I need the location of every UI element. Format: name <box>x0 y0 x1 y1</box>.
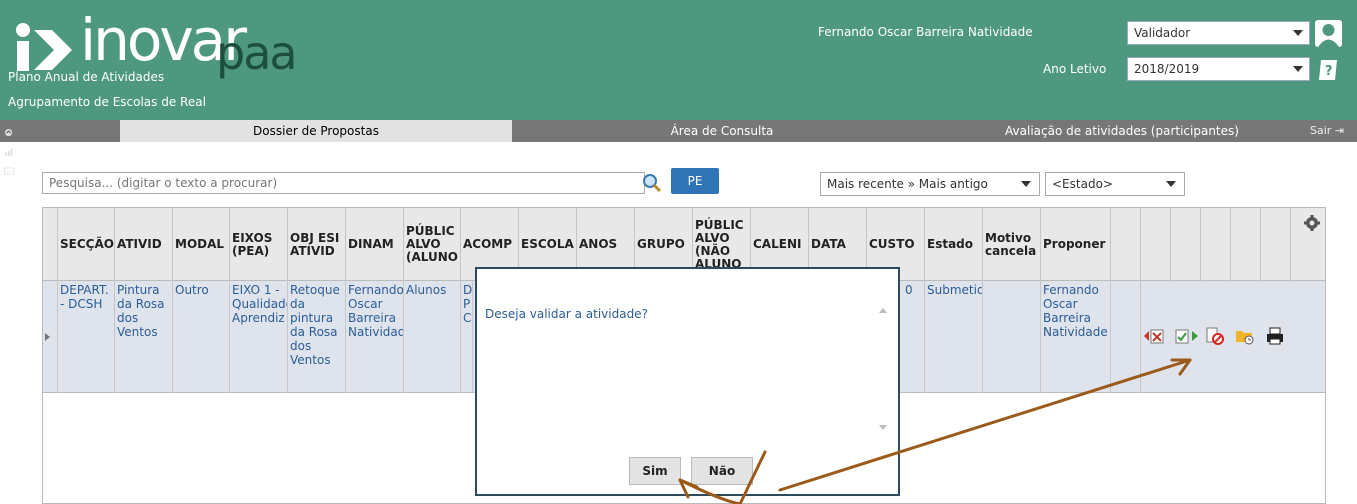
stats-icon[interactable] <box>4 148 14 156</box>
cell-empty <box>1111 281 1141 393</box>
logout-icon: ⇥ <box>1334 124 1345 137</box>
confirm-yes-button[interactable]: Sim <box>629 457 681 485</box>
column-header[interactable]: Proponer <box>1041 208 1111 281</box>
tab-avaliacao[interactable]: Avaliação de atividades (participantes) <box>932 120 1312 142</box>
logo-mark-icon <box>16 23 72 71</box>
column-header[interactable]: EIXOS (PEA) <box>230 208 288 281</box>
cell-custo: 0 <box>903 281 925 393</box>
cell-dinamizador: Fernando Oscar Barreira Natividade <box>346 281 404 393</box>
app-subtitle: Plano Anual de Atividades <box>8 70 165 84</box>
svg-text:?: ? <box>1325 64 1333 79</box>
app-header: inovar paa Plano Anual de Atividades Agr… <box>0 0 1357 120</box>
cell-publico-alvo: Alunos <box>404 281 461 393</box>
pe-button[interactable]: PE <box>671 168 719 194</box>
column-header[interactable]: Motivo cancela <box>983 208 1041 281</box>
column-header-select[interactable] <box>43 208 58 281</box>
column-header[interactable]: OBJ ESI ATIVID <box>288 208 346 281</box>
cell-objetivos: Retoque da pintura da Rosa dos Ventos <box>288 281 346 393</box>
validate-icon[interactable] <box>1174 327 1200 345</box>
column-header-action <box>1171 208 1201 281</box>
search-icon[interactable] <box>641 172 663 194</box>
tab-bar: 31 Dossier de Propostas Área de Consulta… <box>0 120 1357 175</box>
cell-estado: Submetid <box>925 281 983 393</box>
column-header[interactable]: ATIVID <box>115 208 173 281</box>
confirm-no-button[interactable]: Não <box>691 457 753 485</box>
estado-select[interactable]: <Estado> <box>1045 172 1185 196</box>
column-header[interactable]: DINAM <box>346 208 404 281</box>
school-name: Agrupamento de Escolas de Real <box>8 95 206 109</box>
user-avatar-icon[interactable] <box>1315 20 1342 47</box>
role-select[interactable]: Validador <box>1127 21 1310 45</box>
dialog-scrollbar[interactable] <box>876 299 890 439</box>
sort-select[interactable]: Mais recente » Mais antigo <box>820 172 1040 196</box>
cell-modalidade: Outro <box>173 281 230 393</box>
estado-select-value: <Estado> <box>1052 177 1113 191</box>
year-label: Ano Letivo <box>1043 62 1107 76</box>
chevron-down-icon <box>1293 66 1303 72</box>
year-select-value: 2018/2019 <box>1134 62 1200 76</box>
column-header[interactable]: Estado <box>925 208 983 281</box>
help-book-icon[interactable]: ? <box>1315 56 1342 83</box>
cell-eixos: EIXO 1 - Qualidade Aprendiz <box>230 281 288 393</box>
column-header-action <box>1141 208 1171 281</box>
folder-clock-icon[interactable] <box>1235 327 1255 345</box>
column-header-action <box>1261 208 1291 281</box>
column-header-action <box>1111 208 1141 281</box>
chevron-down-icon <box>1166 181 1176 187</box>
logout-label: Sair <box>1310 124 1332 137</box>
logout-link[interactable]: Sair ⇥ <box>1310 120 1344 142</box>
chevron-down-icon <box>1293 30 1303 36</box>
cell-seccao: DEPART. - DCSH <box>58 281 115 393</box>
print-icon[interactable] <box>1265 327 1285 345</box>
user-name: Fernando Oscar Barreira Natividade <box>818 25 1033 39</box>
cell-proponente: Fernando Oscar Barreira Natividade <box>1041 281 1111 393</box>
logo-accent: paa <box>216 26 298 80</box>
year-select[interactable]: 2018/2019 <box>1127 57 1310 81</box>
column-header[interactable]: SECÇÃO <box>58 208 115 281</box>
cell-motivo <box>983 281 1041 393</box>
column-header[interactable]: PÚBLIC ALVO (ALUNO <box>404 208 461 281</box>
column-header-action <box>1231 208 1261 281</box>
search-placeholder: Pesquisa... (digitar o texto a procurar) <box>49 176 278 190</box>
tab-icons: 31 <box>4 122 15 175</box>
dialog-message: Deseja validar a atividade? <box>485 307 648 321</box>
tab-dossier[interactable]: Dossier de Propostas <box>120 120 512 142</box>
tab-consulta[interactable]: Área de Consulta <box>512 120 932 142</box>
reject-icon[interactable] <box>1143 327 1169 345</box>
search-input[interactable]: Pesquisa... (digitar o texto a procurar) <box>42 172 645 194</box>
cell-atividade: Pintura da Rosa dos Ventos <box>115 281 173 393</box>
svg-text:31: 31 <box>6 170 11 174</box>
gear-icon[interactable] <box>1303 214 1321 232</box>
confirm-dialog: Deseja validar a atividade? Sim Não <box>475 267 900 496</box>
cell-acomp: D P C <box>461 281 473 393</box>
row-pointer-icon <box>45 333 50 341</box>
sort-select-value: Mais recente » Mais antigo <box>827 177 988 191</box>
calendar-icon[interactable]: 31 <box>4 167 15 175</box>
column-header-action <box>1201 208 1231 281</box>
cancel-document-icon[interactable] <box>1205 327 1225 345</box>
column-header[interactable]: MODAL <box>173 208 230 281</box>
collapse-icon[interactable] <box>4 128 14 137</box>
role-select-value: Validador <box>1134 26 1191 40</box>
row-selector[interactable] <box>43 281 58 393</box>
chevron-down-icon <box>1021 181 1031 187</box>
